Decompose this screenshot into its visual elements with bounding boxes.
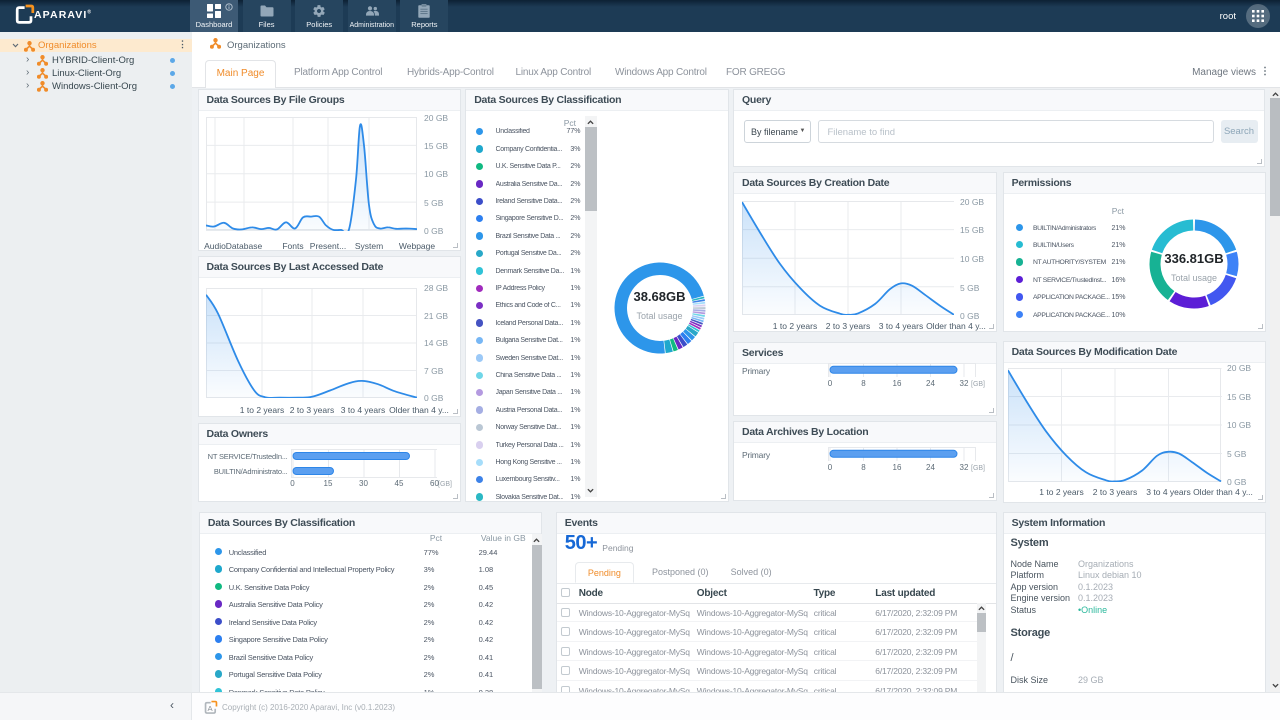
svg-text:A: A	[208, 704, 214, 713]
